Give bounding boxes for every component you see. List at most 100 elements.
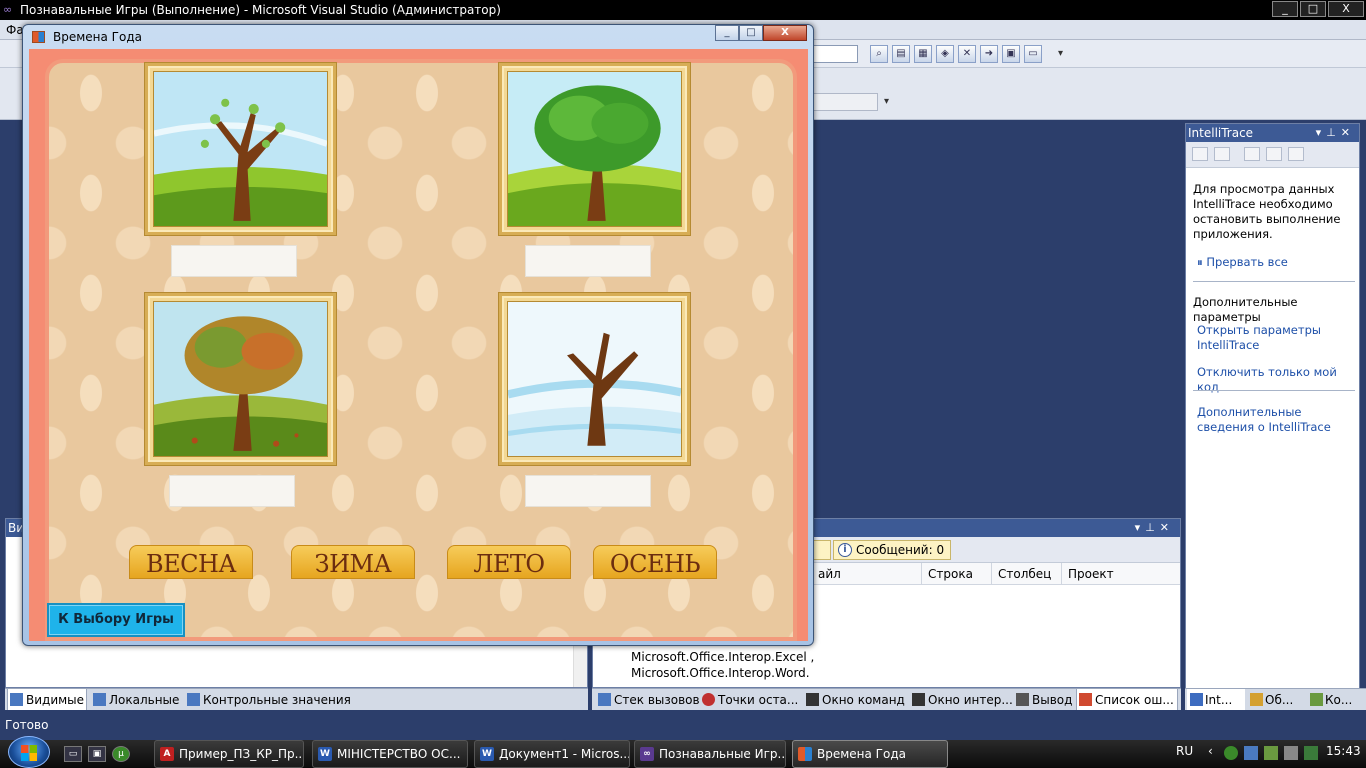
close-icon[interactable]: ✕ (1341, 126, 1355, 139)
picture-winter-tree[interactable] (499, 293, 690, 465)
tab-call-stack[interactable]: Стек вызовов (596, 689, 700, 711)
tab-solution-explorer[interactable]: Об... (1247, 689, 1305, 711)
volume-icon[interactable] (1284, 746, 1298, 760)
tab-watch-1[interactable]: Контрольные значения 1 (185, 689, 355, 729)
tab-intellitrace[interactable]: Int... (1187, 689, 1245, 711)
column-project[interactable]: Проект (1061, 563, 1180, 585)
utorrent-icon[interactable]: µ (112, 746, 130, 762)
minimize-button[interactable]: _ (715, 25, 739, 41)
app-icon (32, 31, 45, 43)
answer-slot-winter[interactable] (525, 475, 651, 507)
tab-locals[interactable]: Локальные (91, 689, 183, 711)
column-line[interactable]: Строка (921, 563, 991, 585)
taskbar-item-word1[interactable]: W МІНІСТЕРСТВО ОС... (312, 740, 468, 768)
vs-maximize-button[interactable]: □ (1300, 1, 1326, 17)
break-all-link[interactable]: ⏸ Прервать все (1197, 255, 1288, 270)
answer-slot-spring[interactable] (171, 245, 297, 277)
explorer-icon[interactable]: ▣ (88, 746, 106, 762)
app-icon (798, 747, 812, 761)
network-icon[interactable] (1264, 746, 1278, 760)
word-icon: W (480, 747, 494, 761)
find-icon[interactable]: ⌕ (870, 45, 888, 63)
immediate-icon (912, 693, 925, 706)
dropdown-icon[interactable]: ▾ (1316, 126, 1327, 139)
season-button-spring[interactable]: ВЕСНА (129, 545, 253, 579)
toolbox-icon[interactable]: ✕ (958, 45, 976, 63)
toolbar-overflow-icon[interactable]: ▾ (1058, 44, 1068, 64)
messages-filter-button[interactable]: i Сообщений: 0 (833, 540, 952, 560)
tab-command-window[interactable]: Окно команд (804, 689, 908, 711)
seasons-window: Времена Года _ □ X ВЕСНА ЗИМА ЛЕТО ОСЕНЬ… (22, 24, 814, 646)
toolbar2-overflow-icon[interactable]: ▾ (884, 92, 894, 112)
more-info-link[interactable]: Дополнительные сведения о IntelliTrace (1197, 405, 1357, 435)
properties-icon[interactable]: ▦ (914, 45, 932, 63)
list-icon[interactable] (1192, 147, 1208, 161)
taskbar-item-word2[interactable]: W Документ1 - Micros... (474, 740, 630, 768)
season-button-summer[interactable]: ЛЕТО (447, 545, 571, 579)
pin-icon[interactable]: ⊥ (1145, 521, 1160, 534)
solution-config-combo[interactable] (812, 45, 858, 63)
open-settings-link[interactable]: Открыть параметры IntelliTrace (1197, 323, 1347, 353)
vs-title-text: Познавальные Игры (Выполнение) - Microso… (20, 3, 501, 17)
language-indicator[interactable]: RU (1176, 744, 1193, 758)
maximize-button[interactable]: □ (739, 25, 763, 41)
taskbar-item-pdf[interactable]: A Пример_ПЗ_КР_Пр... (154, 740, 304, 768)
command-icon (806, 693, 819, 706)
taskbar-item-seasons[interactable]: Времена Года (792, 740, 948, 768)
save-icon[interactable] (1288, 147, 1304, 161)
left-tab-strip: Видимые Локальные Контрольные значения 1 (5, 688, 588, 729)
autos-icon (10, 693, 23, 706)
answer-slot-summer[interactable] (525, 245, 651, 277)
tab-immediate-window[interactable]: Окно интер... (910, 689, 1014, 711)
show-desktop-icon[interactable]: ▭ (64, 746, 82, 762)
command-window-icon[interactable]: ▭ (1024, 45, 1042, 63)
intellitrace-header: IntelliTrace ▾⊥✕ (1186, 124, 1359, 142)
vs-title-bar: ∞ Познавальные Игры (Выполнение) - Micro… (0, 0, 1366, 20)
status-bar: Готово (0, 710, 1366, 740)
intellitrace-toolbar (1186, 142, 1359, 168)
refresh-icon[interactable] (1266, 147, 1282, 161)
app-tray-icon[interactable] (1244, 746, 1258, 760)
season-button-autumn[interactable]: ОСЕНЬ (593, 545, 717, 579)
taskbar-item-visual-studio[interactable]: ∞ Познавальные Игр... (634, 740, 786, 768)
breakpoint-icon (702, 693, 715, 706)
start-page-icon[interactable]: ➜ (980, 45, 998, 63)
tab-class-view[interactable]: Ко... (1307, 689, 1365, 711)
tab-breakpoints[interactable]: Точки оста... (700, 689, 804, 711)
object-browser-icon[interactable]: ◈ (936, 45, 954, 63)
tab-output[interactable]: Вывод (1014, 689, 1074, 711)
back-to-games-button[interactable]: К Выбору Игры (47, 603, 185, 637)
solution-icon (1250, 693, 1263, 706)
right-tab-strip: Int... Об... Ко... (1185, 688, 1366, 711)
tray-expand-icon[interactable]: ‹ (1208, 744, 1213, 758)
column-column[interactable]: Столбец (991, 563, 1061, 585)
pin-icon[interactable]: ⊥ (1326, 126, 1341, 139)
tab-autos[interactable]: Видимые (7, 689, 87, 711)
season-button-winter[interactable]: ЗИМА (291, 545, 415, 579)
power-icon[interactable] (1304, 746, 1318, 760)
clock[interactable]: 15:43 (1326, 744, 1361, 758)
start-button[interactable] (8, 736, 50, 768)
picture-autumn-tree[interactable] (145, 293, 336, 465)
settings-icon[interactable] (1244, 147, 1260, 161)
tab-error-list[interactable]: Список ош... (1076, 689, 1178, 711)
find-combo[interactable] (812, 93, 878, 111)
window-client-area: ВЕСНА ЗИМА ЛЕТО ОСЕНЬ (29, 49, 808, 641)
filter-icon[interactable] (1214, 147, 1230, 161)
vs-minimize-button[interactable]: _ (1272, 1, 1298, 17)
column-file[interactable]: айл (811, 563, 921, 585)
picture-summer-tree[interactable] (499, 63, 690, 235)
picture-spring-tree[interactable] (145, 63, 336, 235)
toolbar-icons: ⌕ ▤ ▦ ◈ ✕ ➜ ▣ ▭ (870, 45, 1042, 63)
vs-close-button[interactable]: X (1328, 1, 1364, 17)
output-icon (1016, 693, 1029, 706)
pdf-icon: A (160, 747, 174, 761)
solution-explorer-icon[interactable]: ▤ (892, 45, 910, 63)
dropdown-icon[interactable]: ▾ (1135, 521, 1146, 534)
close-button[interactable]: X (763, 25, 807, 41)
close-icon[interactable]: ✕ (1160, 521, 1174, 534)
extension-manager-icon[interactable]: ▣ (1002, 45, 1020, 63)
answer-slot-autumn[interactable] (169, 475, 295, 507)
system-tray: RU ‹ 15:43 (1168, 740, 1366, 768)
utorrent-tray-icon[interactable] (1224, 746, 1238, 760)
